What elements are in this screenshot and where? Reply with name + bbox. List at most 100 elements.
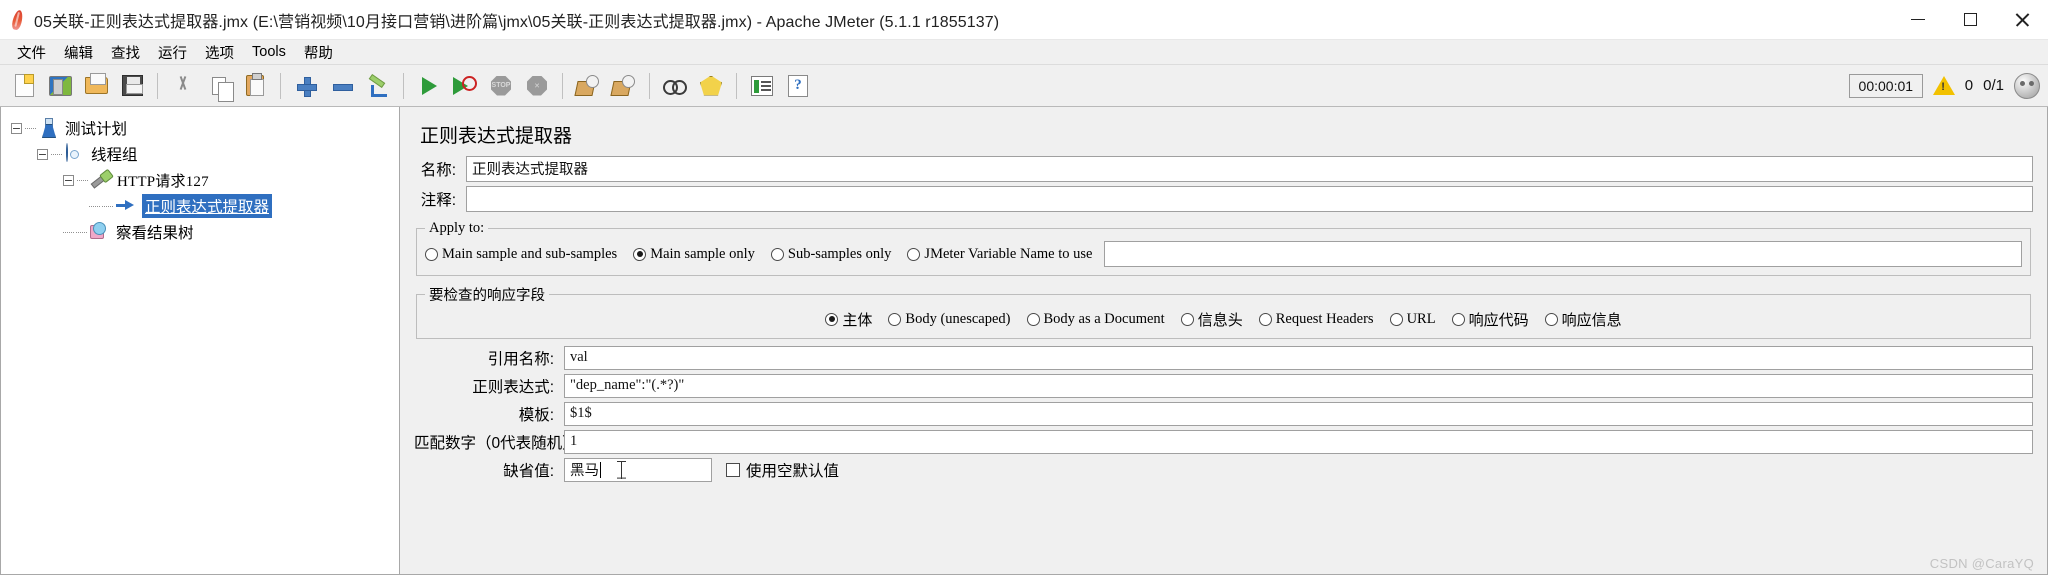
minimize-icon — [1911, 18, 1925, 21]
radio-response-headers[interactable]: 信息头 — [1180, 309, 1243, 330]
help-button[interactable]: ? — [780, 69, 816, 103]
default-value-input[interactable]: 黑马 — [564, 457, 712, 482]
clear-all-button[interactable] — [606, 69, 642, 103]
regular-expression-input[interactable]: "dep_name":"(.*?)" — [564, 373, 2033, 398]
comment-input[interactable] — [466, 186, 2033, 212]
radio-response-code[interactable]: 响应代码 — [1451, 309, 1529, 330]
radio-circle-selected-icon — [825, 313, 839, 326]
stop-button[interactable]: STOP — [483, 69, 519, 103]
response-field-legend: 要检查的响应字段 — [429, 288, 545, 304]
tree-node-label: 测试计划 — [65, 121, 128, 138]
menu-options[interactable]: 选项 — [196, 40, 243, 65]
shutdown-button[interactable]: ✕ — [519, 69, 555, 103]
collapse-handle-icon[interactable]: − — [63, 174, 74, 186]
menu-edit[interactable]: 编辑 — [55, 40, 102, 65]
save-button[interactable] — [114, 69, 150, 103]
comment-row: 注释: — [414, 186, 2033, 212]
template-label: 模板: — [518, 406, 554, 424]
radio-jmeter-variable-name[interactable]: JMeter Variable Name to use — [907, 246, 1092, 263]
radio-response-message[interactable]: 响应信息 — [1544, 309, 1622, 330]
radio-circle-selected-icon — [633, 247, 647, 261]
radio-label: Body as a Document — [1043, 311, 1165, 327]
apply-to-legend: Apply to: — [429, 220, 485, 236]
radio-url[interactable]: URL — [1389, 311, 1436, 328]
maximize-button[interactable] — [1944, 0, 1996, 40]
name-input[interactable]: 正则表达式提取器 — [466, 156, 2033, 182]
radio-sub-samples-only[interactable]: Sub-samples only — [770, 246, 891, 263]
regex-extractor-editor: 正则表达式提取器 名称: 正则表达式提取器 注释: Apply to: Main… — [400, 107, 2048, 575]
toggle-button[interactable] — [360, 69, 396, 103]
paste-button[interactable] — [237, 69, 273, 103]
minimize-button[interactable] — [1892, 0, 1944, 40]
toolbar-separator — [649, 72, 650, 99]
radio-label: Request Headers — [1275, 311, 1374, 327]
tree-node-test-plan[interactable]: − 测试计划 — [11, 115, 399, 141]
toggle-icon — [367, 75, 389, 97]
template-row: 模板: $1$ — [414, 401, 2033, 426]
new-button[interactable] — [6, 69, 42, 103]
search-button[interactable] — [657, 69, 693, 103]
collapse-button[interactable] — [324, 69, 360, 103]
tree-node-http-request[interactable]: − HTTP请求127 — [63, 167, 399, 193]
save-icon — [121, 75, 143, 96]
function-helper-button[interactable] — [744, 69, 780, 103]
start-no-pauses-button[interactable] — [447, 69, 483, 103]
radio-body-as-document[interactable]: Body as a Document — [1026, 311, 1165, 328]
menu-bar: 文件 编辑 查找 运行 选项 Tools 帮助 — [0, 40, 2048, 65]
apply-to-group: Apply to: Main sample and sub-samples Ma… — [416, 220, 2031, 276]
window-controls — [1892, 0, 2048, 40]
tree-node-regex-extractor[interactable]: 正则表达式提取器 — [89, 193, 399, 219]
radio-circle-icon — [907, 247, 921, 261]
jmeter-variable-name-input[interactable] — [1104, 241, 2022, 267]
search-reset-button[interactable] — [693, 69, 729, 103]
start-button[interactable] — [411, 69, 447, 103]
tree-connector — [76, 231, 87, 233]
radio-body[interactable]: 主体 — [825, 309, 872, 330]
tree-connector — [102, 205, 113, 207]
radio-request-headers[interactable]: Request Headers — [1258, 311, 1374, 328]
name-label: 名称: — [420, 162, 456, 179]
reference-name-input[interactable]: val — [564, 345, 2033, 370]
cut-icon — [172, 75, 194, 97]
collapse-handle-icon[interactable]: − — [11, 122, 22, 134]
template-input[interactable]: $1$ — [564, 401, 2033, 426]
expand-button[interactable] — [288, 69, 324, 103]
radio-label: Main sample only — [650, 245, 755, 262]
clear-button[interactable] — [570, 69, 606, 103]
radio-circle-icon — [1544, 313, 1558, 326]
menu-help[interactable]: 帮助 — [295, 40, 342, 65]
use-empty-default-checkbox[interactable]: 使用空默认值 — [726, 459, 839, 481]
templates-button[interactable] — [42, 69, 78, 103]
radio-body-unescaped[interactable]: Body (unescaped) — [888, 311, 1011, 328]
menu-search[interactable]: 查找 — [102, 40, 149, 65]
cut-button[interactable] — [165, 69, 201, 103]
start-icon — [421, 76, 437, 95]
open-button[interactable] — [78, 69, 114, 103]
tree-connector — [89, 205, 100, 207]
test-plan-tree: − 测试计划 − 线程组 − HTTP请求127 正则表达式提取器 察看结果树 — [1, 107, 399, 245]
close-button[interactable] — [1996, 0, 2048, 40]
title-bar: 05关联-正则表达式提取器.jmx (E:\营销视频\10月接口营销\进阶篇\j… — [0, 0, 2048, 40]
menu-run[interactable]: 运行 — [149, 40, 196, 65]
warning-icon[interactable] — [1932, 76, 1955, 95]
shutdown-icon: ✕ — [527, 75, 547, 96]
templates-icon — [48, 75, 72, 96]
menu-file[interactable]: 文件 — [8, 40, 55, 65]
view-results-tree-icon — [89, 222, 111, 242]
radio-main-sample-only[interactable]: Main sample only — [633, 246, 755, 263]
start-no-pauses-icon — [453, 75, 477, 96]
tree-node-thread-group[interactable]: − 线程组 — [37, 141, 399, 167]
match-no-input[interactable]: 1 — [564, 429, 2033, 454]
name-row: 名称: 正则表达式提取器 — [414, 156, 2033, 182]
radio-circle-icon — [425, 247, 438, 261]
tree-node-view-results-tree[interactable]: 察看结果树 — [63, 219, 399, 245]
radio-main-sample-and-sub-samples[interactable]: Main sample and sub-samples — [425, 246, 617, 263]
copy-button[interactable] — [201, 69, 237, 103]
tree-connector — [25, 127, 36, 129]
collapse-handle-icon[interactable]: − — [37, 148, 48, 160]
regular-expression-label: 正则表达式: — [472, 378, 554, 396]
radio-circle-icon — [1026, 313, 1040, 326]
default-value-label: 缺省值: — [503, 462, 554, 480]
default-value-row: 缺省值: 黑马 使用空默认值 — [414, 457, 2033, 482]
menu-tools[interactable]: Tools — [243, 42, 295, 62]
